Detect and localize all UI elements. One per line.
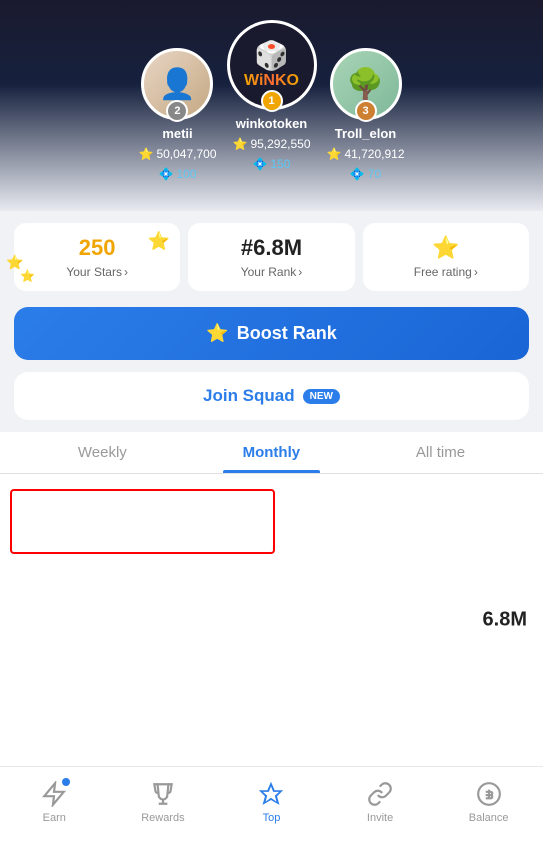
free-rating-star-icon: ⭐	[432, 235, 459, 261]
player-card-second: 👤 2 metii ⭐ 50,047,700 💠 100	[138, 48, 216, 181]
chevron-right-icon: ›	[298, 265, 302, 279]
player-stars-troll-elon: ⭐ 41,720,912	[327, 147, 405, 161]
star-decoration-outer: ⭐	[6, 254, 23, 271]
nav-item-top[interactable]: Top	[217, 780, 326, 824]
nav-item-invite[interactable]: Invite	[326, 780, 435, 824]
app-container: 👤 2 metii ⭐ 50,047,700 💠 100 🎲	[0, 0, 543, 841]
boost-star-icon: ⭐	[206, 323, 228, 344]
tab-monthly[interactable]: Monthly	[223, 432, 321, 473]
content-area: 6.8M	[0, 474, 543, 766]
star-icon: ⭐	[327, 147, 342, 161]
tab-alltime[interactable]: All time	[396, 432, 485, 473]
player-name-metii: metii	[162, 126, 192, 141]
player-diamonds-troll-elon: 💠 70	[350, 167, 381, 181]
bottom-nav: Earn Rewards Top	[0, 766, 543, 841]
your-stars-value: 250	[79, 235, 116, 261]
leaderboard-section: 👤 2 metii ⭐ 50,047,700 💠 100 🎲	[0, 0, 543, 211]
nav-label-rewards: Rewards	[141, 812, 184, 824]
nav-item-rewards[interactable]: Rewards	[109, 780, 218, 824]
top-star-icon	[257, 780, 285, 808]
your-stars-card[interactable]: ⭐ ⭐ ⭐ 250 Your Stars ›	[14, 223, 180, 291]
star-decoration-bottom-left: ⭐	[20, 269, 35, 283]
trophy-icon	[149, 780, 177, 808]
player-name-troll-elon: Troll_elon	[335, 126, 396, 141]
tabs-section: Weekly Monthly All time	[0, 432, 543, 474]
boost-rank-button[interactable]: ⭐ Boost Rank	[14, 307, 529, 360]
lightning-icon	[40, 780, 68, 808]
player-diamonds-winkotoken: 💠 150	[253, 157, 291, 171]
diamond-icon: 💠	[159, 167, 174, 181]
star-decoration-top: ⭐	[148, 231, 170, 252]
dollar-icon	[475, 780, 503, 808]
your-rank-card[interactable]: #6.8M Your Rank ›	[188, 223, 354, 291]
player-stars-winkotoken: ⭐ 95,292,550	[232, 137, 310, 151]
nav-label-invite: Invite	[367, 812, 393, 824]
chevron-right-icon: ›	[474, 265, 478, 279]
avatar-wrapper-troll: 🌳 3	[330, 48, 402, 120]
earn-notification-dot	[62, 778, 70, 786]
your-stars-label: Your Stars ›	[66, 265, 128, 279]
free-rating-card[interactable]: ⭐ Free rating ›	[363, 223, 529, 291]
nav-label-earn: Earn	[43, 812, 66, 824]
chevron-right-icon: ›	[124, 265, 128, 279]
player-diamonds-metii: 💠 100	[159, 167, 197, 181]
your-rank-value: #6.8M	[241, 235, 302, 261]
player-name-winkotoken: winkotoken	[236, 116, 308, 131]
diamond-icon: 💠	[253, 157, 268, 171]
rank-badge-2: 2	[166, 100, 188, 122]
diamond-icon: 💠	[350, 167, 365, 181]
boost-section: ⭐ Boost Rank	[0, 299, 543, 368]
rank-badge-1: 1	[261, 90, 283, 112]
join-section: Join Squad NEW	[0, 368, 543, 428]
nav-item-balance[interactable]: Balance	[434, 780, 543, 824]
rank-badge-3: 3	[355, 100, 377, 122]
player-stars-metii: ⭐ 50,047,700	[138, 147, 216, 161]
star-icon: ⭐	[138, 147, 153, 161]
player-card-third: 🌳 3 Troll_elon ⭐ 41,720,912 💠 70	[327, 48, 405, 181]
tab-weekly[interactable]: Weekly	[58, 432, 147, 473]
avatar-wrapper-metii: 👤 2	[141, 48, 213, 120]
nav-item-earn[interactable]: Earn	[0, 780, 109, 824]
avatar-wrapper-winko: 🎲 WiNKO 1	[227, 20, 317, 110]
join-squad-button[interactable]: Join Squad NEW	[14, 372, 529, 420]
red-selection-box	[10, 489, 275, 554]
stats-section: ⭐ ⭐ ⭐ 250 Your Stars › #6.8M Your Rank ›…	[0, 211, 543, 299]
link-icon	[366, 780, 394, 808]
nav-label-top: Top	[263, 812, 281, 824]
rank-value-display: 6.8M	[483, 609, 527, 632]
star-icon: ⭐	[232, 137, 247, 151]
free-rating-label: Free rating ›	[414, 265, 478, 279]
player-card-first: 🎲 WiNKO 1 winkotoken ⭐ 95,292,550 💠 150	[227, 20, 317, 171]
your-rank-label: Your Rank ›	[241, 265, 303, 279]
new-badge: NEW	[303, 389, 340, 404]
nav-label-balance: Balance	[469, 812, 509, 824]
